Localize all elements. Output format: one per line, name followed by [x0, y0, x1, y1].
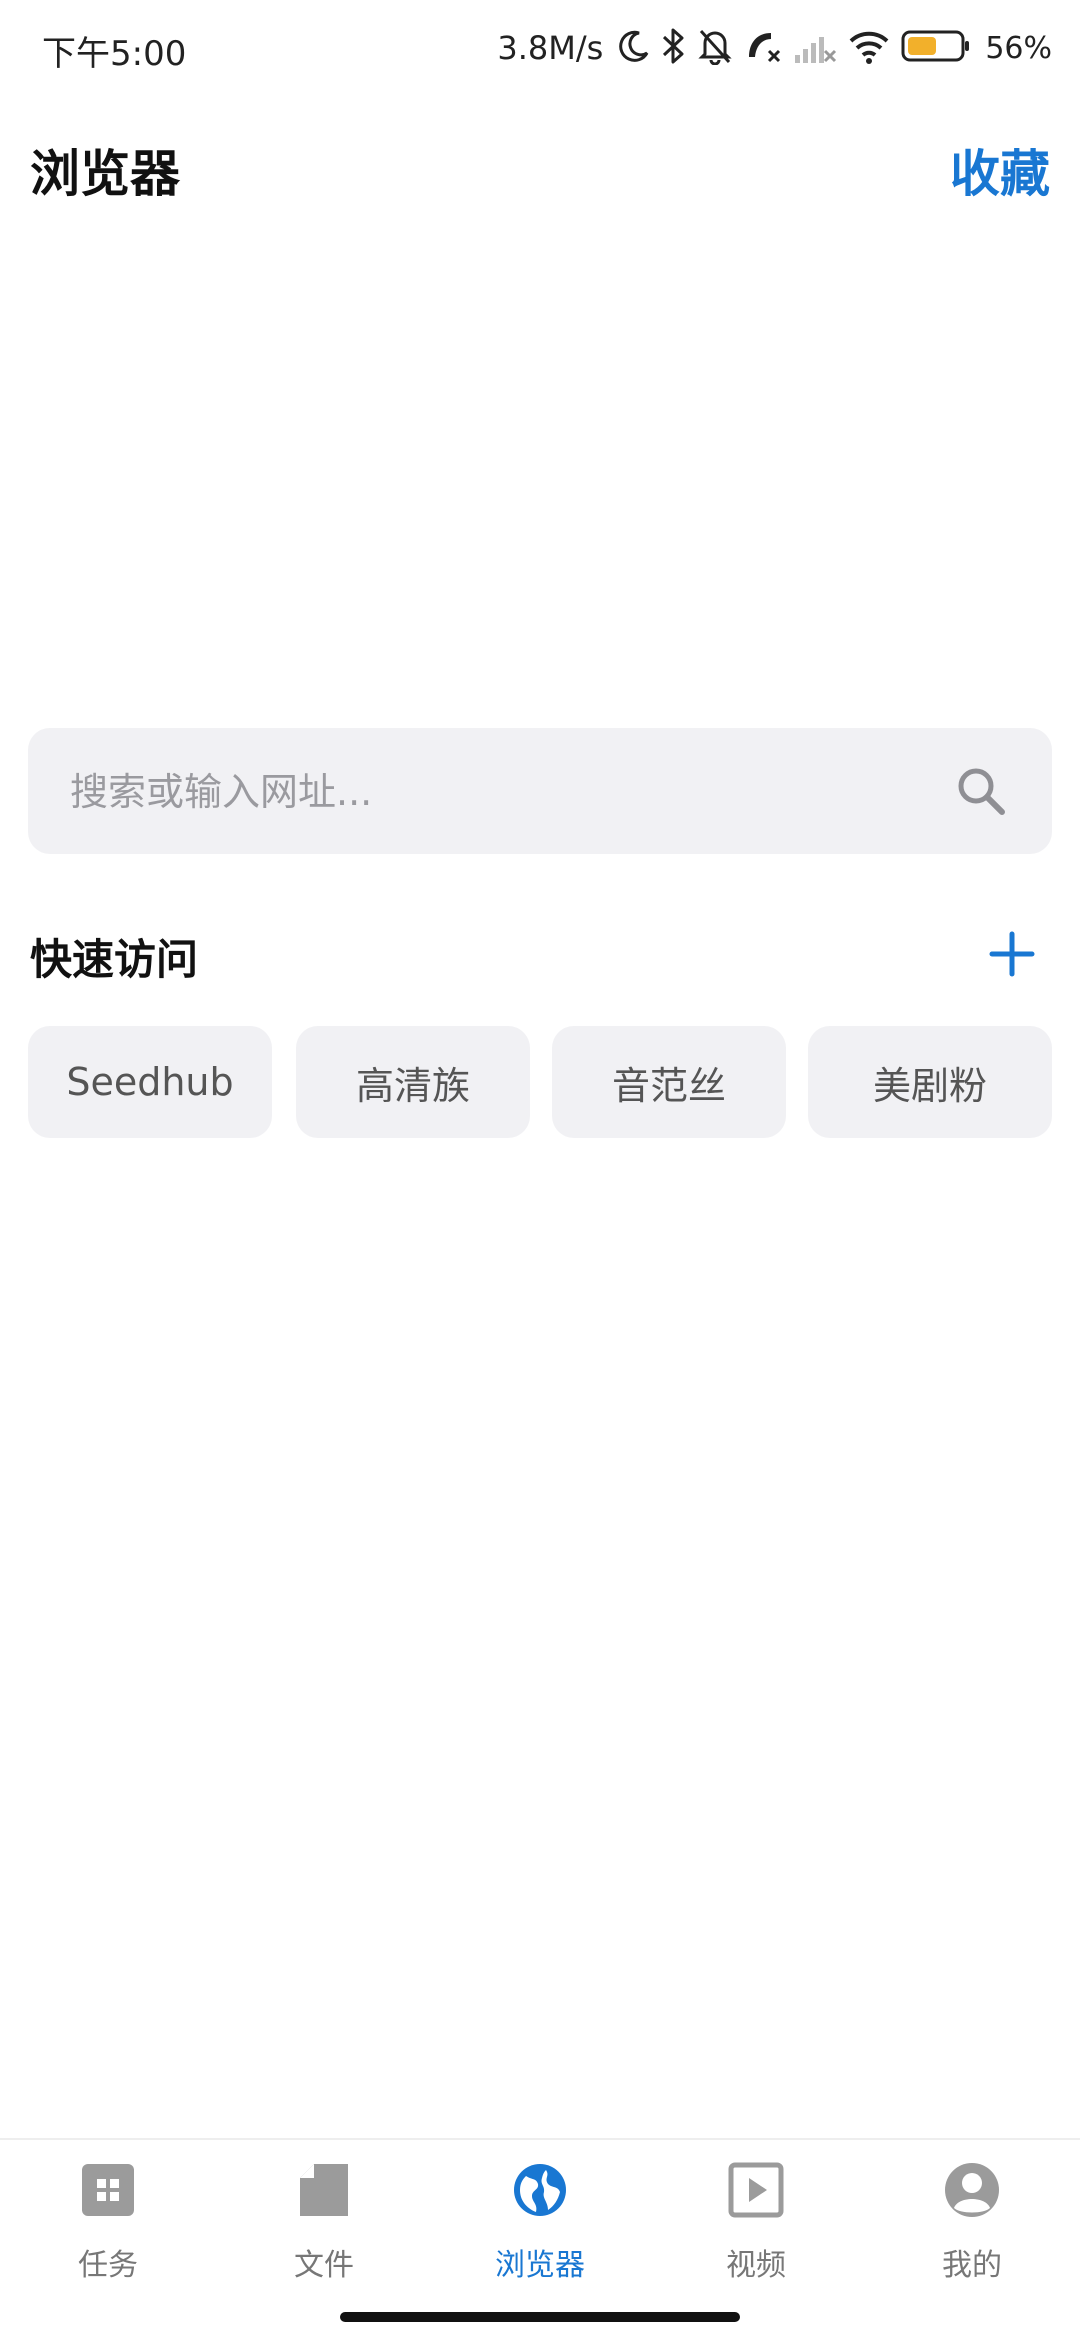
plus-icon: [984, 931, 1040, 986]
nav-tasks[interactable]: 任务: [28, 2162, 188, 2312]
wifi-icon: [847, 27, 891, 69]
search-icon[interactable]: [954, 764, 1008, 818]
add-quick-access-button[interactable]: [984, 926, 1040, 982]
nav-browser[interactable]: 浏览器: [460, 2162, 620, 2312]
no-signal-icon: [793, 27, 837, 69]
battery-percent: 56%: [985, 30, 1052, 66]
nav-label-tasks: 任务: [78, 2248, 138, 2283]
quick-access-item-yinfansi[interactable]: 音范丝: [552, 1026, 786, 1138]
nav-profile[interactable]: 我的: [892, 2162, 1052, 2312]
page-title: 浏览器: [30, 145, 180, 203]
favorites-button[interactable]: 收藏: [950, 134, 1050, 206]
nav-label-video: 视频: [726, 2248, 786, 2283]
bluetooth-icon: [661, 27, 687, 69]
quick-access-item-seedhub[interactable]: Seedhub: [28, 1026, 272, 1138]
globe-icon: [512, 2162, 568, 2218]
status-time: 下午5:00: [42, 34, 187, 74]
quick-access-title: 快速访问: [30, 935, 199, 984]
profile-icon: [944, 2162, 1000, 2218]
call-missed-icon: [743, 27, 783, 69]
network-speed: 3.8M/s: [497, 29, 604, 67]
nav-label-profile: 我的: [942, 2248, 1002, 2283]
quick-access-item-gaoqingzu[interactable]: 高清族: [296, 1026, 530, 1138]
nav-label-browser: 浏览器: [495, 2248, 585, 2283]
mute-bell-icon: [697, 27, 733, 69]
search-bar[interactable]: [28, 728, 1052, 856]
file-icon: [296, 2162, 352, 2218]
status-icons: 3.8M/s 56%: [497, 22, 1052, 74]
quick-access-item-meijufen[interactable]: 美剧粉: [808, 1026, 1052, 1138]
battery-icon: [901, 28, 971, 68]
nav-video[interactable]: 视频: [676, 2162, 836, 2312]
home-indicator[interactable]: [340, 2312, 740, 2322]
nav-files[interactable]: 文件: [244, 2162, 404, 2312]
search-input[interactable]: [68, 728, 932, 856]
quick-access-list: Seedhub 高清族 音范丝 美剧粉: [28, 1026, 1052, 1138]
video-icon: [728, 2162, 784, 2218]
nav-label-files: 文件: [294, 2248, 354, 2283]
tasks-icon: [80, 2162, 136, 2218]
status-bar: 下午5:00 3.8M/s 56%: [0, 0, 1080, 96]
moon-icon: [617, 29, 651, 67]
